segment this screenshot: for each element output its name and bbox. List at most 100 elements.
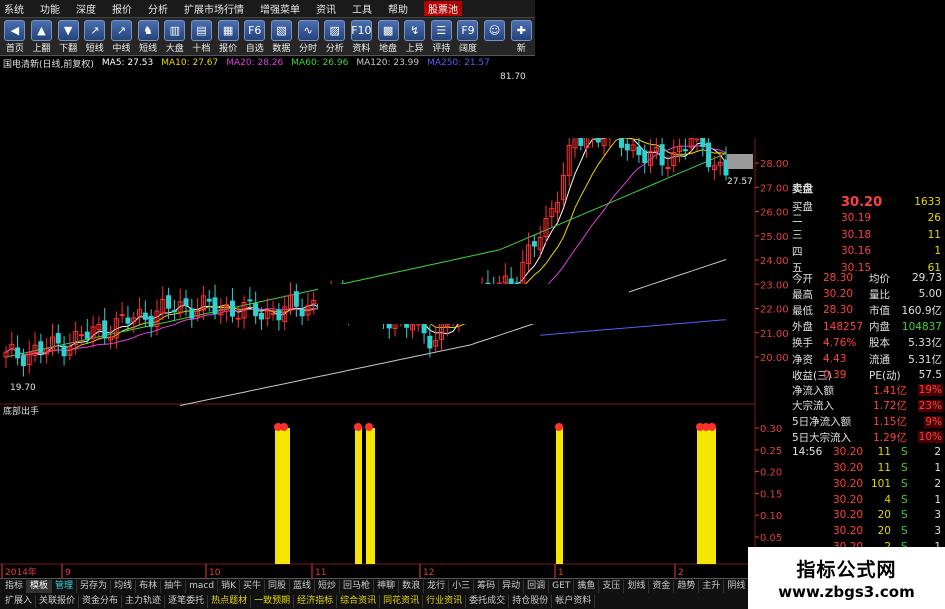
stat-value: 104837 xyxy=(901,320,942,333)
price-axis-label: 26.00 xyxy=(760,208,789,219)
bottom-tab[interactable]: 同花资讯 xyxy=(380,595,424,608)
bottom-tab[interactable]: 小三 xyxy=(449,580,475,593)
price-axis-label: 23.00 xyxy=(760,280,789,291)
bottom-tab[interactable]: 指标 xyxy=(2,580,28,593)
stat-value: 5.33亿 xyxy=(908,337,942,350)
menu-item[interactable]: 深度 xyxy=(76,1,96,16)
bottom-tab[interactable]: 逐笔委托 xyxy=(165,595,209,608)
menu-item[interactable]: 功能 xyxy=(40,1,60,16)
bottom-tab[interactable]: 蓝线 xyxy=(290,580,316,593)
bottom-tab[interactable]: 主力轨迹 xyxy=(122,595,166,608)
tape-count: 2 xyxy=(934,446,941,459)
bottom-tab[interactable]: 数浪 xyxy=(399,580,425,593)
toolbar-button-label: 分时 xyxy=(299,44,318,54)
tape-count: 3 xyxy=(934,525,941,538)
bottom-tab[interactable]: 买牛 xyxy=(240,580,265,593)
bottom-tab[interactable]: 阴线 xyxy=(724,580,750,593)
bottom-tab[interactable]: 管理 xyxy=(52,580,78,593)
bottom-tab[interactable]: 热点题材 xyxy=(208,595,252,608)
toolbar-button[interactable]: ↯ 上异 xyxy=(402,20,428,54)
stat-row: 收益(三) 0.39 PE(动) 57.5 xyxy=(789,367,945,383)
toolbar-button[interactable]: ▲ 上翻 xyxy=(29,20,55,54)
toolbar-button[interactable]: ✚ 新 xyxy=(508,20,534,54)
toolbar-button[interactable]: ▤ 十档 xyxy=(189,20,215,54)
bottom-tab[interactable]: 主升 xyxy=(699,580,725,593)
candle-down xyxy=(61,345,67,357)
ma120-line xyxy=(180,259,727,406)
bottom-tab[interactable]: 回调 xyxy=(524,580,550,593)
bottom-tab[interactable]: 均线 xyxy=(111,580,137,593)
menu-item[interactable]: 股票池 xyxy=(424,1,462,16)
tape-row: 14:56 30.20 11 S 2 xyxy=(789,445,945,460)
menu-item[interactable]: 扩展市场行情 xyxy=(184,1,244,16)
bottom-tab[interactable]: 持仓股份 xyxy=(509,595,553,608)
toolbar-button[interactable]: ↗ 中线 xyxy=(109,20,135,54)
bottom-tab[interactable]: 模板 xyxy=(27,580,53,593)
bottom-tab[interactable]: 帐户资料 xyxy=(552,595,596,608)
tape-price: 30.20 xyxy=(833,462,864,475)
signal-marker xyxy=(365,423,373,431)
menu-item[interactable]: 报价 xyxy=(112,1,132,16)
bottom-tab[interactable]: 一致预期 xyxy=(251,595,295,608)
toolbar-button[interactable]: ▦ 报价 xyxy=(215,20,241,54)
bottom-tab[interactable]: 同股 xyxy=(265,580,290,593)
stat-value: 5.00 xyxy=(918,288,942,301)
bottom-tab[interactable]: 关联报价 xyxy=(36,595,80,608)
stat-key: 今开 xyxy=(792,272,813,285)
redaction-block-center xyxy=(318,284,629,324)
bottom-tab[interactable]: 擒鱼 xyxy=(574,580,600,593)
bottom-tab[interactable]: 资金分布 xyxy=(79,595,123,608)
bottom-tab[interactable]: 趋势 xyxy=(674,580,700,593)
toolbar-button[interactable]: ▼ 下翻 xyxy=(55,20,81,54)
toolbar-button[interactable]: ▥ 大盘 xyxy=(162,20,188,54)
stat-value: 28.30 xyxy=(823,304,854,317)
menu-item[interactable]: 资讯 xyxy=(316,1,336,16)
menu-item[interactable]: 工具 xyxy=(352,1,372,16)
bottom-tab[interactable]: 龙行 xyxy=(424,580,450,593)
toolbar-button[interactable]: ∿ 分时 xyxy=(295,20,321,54)
stat-value: 5.31亿 xyxy=(908,353,942,366)
bottom-tab[interactable]: 抽牛 xyxy=(161,580,187,593)
bottom-tab[interactable]: 另存为 xyxy=(77,580,112,593)
toolbar-button[interactable]: ↗ 短线 xyxy=(82,20,108,54)
toolbar-button[interactable]: F9 阔度 xyxy=(455,20,481,54)
bottom-tab[interactable]: 短炒 xyxy=(315,580,341,593)
bottom-tab[interactable]: 布林 xyxy=(136,580,162,593)
buy-row-4: 四 30.16 1 xyxy=(789,243,945,259)
bottom-tab[interactable]: 销K xyxy=(218,580,240,593)
price-annotation: 19.70 xyxy=(10,383,36,393)
toolbar-button[interactable]: ♞ 短线 xyxy=(135,20,161,54)
menu-item[interactable]: 帮助 xyxy=(388,1,408,16)
bottom-tab[interactable]: 资金 xyxy=(649,580,675,593)
toolbar-button[interactable]: F6 自选 xyxy=(242,20,268,54)
toolbar-button[interactable]: ▩ 地盘 xyxy=(375,20,401,54)
toolbar-button[interactable]: ▨ 分析 xyxy=(322,20,348,54)
bottom-tab[interactable]: 划线 xyxy=(624,580,650,593)
toolbar-button[interactable]: ☰ 评持 xyxy=(429,20,455,54)
stat-row: 换手 4.76% 股本 5.33亿 xyxy=(789,335,945,351)
menu-item[interactable]: 增强菜单 xyxy=(260,1,300,16)
toolbar-button[interactable]: F10 资料 xyxy=(349,20,375,54)
bottom-tab[interactable]: 神聊 xyxy=(374,580,400,593)
stat-value: 0.39 xyxy=(823,369,847,382)
bottom-tab[interactable]: GET xyxy=(549,580,575,593)
menu-item[interactable]: 分析 xyxy=(148,1,168,16)
toolbar-button[interactable]: ◀ 首页 xyxy=(2,20,28,54)
tape-side: S xyxy=(901,477,908,490)
menu-item[interactable]: 系统 xyxy=(4,1,24,16)
bottom-tab[interactable]: 异动 xyxy=(499,580,525,593)
date-axis-label: 2 xyxy=(678,568,684,578)
toolbar-button-label: 地盘 xyxy=(379,44,398,54)
bottom-tab[interactable]: 行业资讯 xyxy=(423,595,467,608)
bottom-tab[interactable]: 支压 xyxy=(599,580,625,593)
bottom-tab[interactable]: 委托成交 xyxy=(466,595,510,608)
bottom-tab[interactable]: 扩展入 xyxy=(2,595,37,608)
bottom-tab[interactable]: 综合资讯 xyxy=(337,595,381,608)
bottom-tab[interactable]: macd xyxy=(186,580,219,593)
toolbar-button[interactable]: ▧ 数据 xyxy=(269,20,295,54)
bottom-tab[interactable]: 回马枪 xyxy=(340,580,375,593)
flow-value: 1.41亿 xyxy=(873,384,907,397)
bottom-tab[interactable]: 经济指标 xyxy=(294,595,338,608)
toolbar-button[interactable]: ☺ xyxy=(482,20,508,54)
bottom-tab[interactable]: 筹码 xyxy=(474,580,500,593)
